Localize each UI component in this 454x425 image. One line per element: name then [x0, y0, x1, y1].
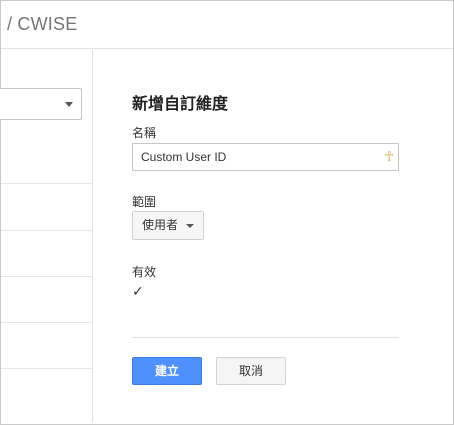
name-label: 名稱: [132, 126, 157, 140]
create-button[interactable]: 建立: [132, 357, 202, 385]
caret-down-icon: [186, 224, 194, 228]
form-title: 新增自訂維度: [132, 94, 229, 113]
cancel-button[interactable]: 取消: [216, 357, 286, 385]
breadcrumb[interactable]: / CWISE: [7, 14, 77, 35]
checkmark-icon: ✓: [132, 284, 144, 300]
list-divider: [1, 183, 93, 184]
window-frame: / CWISE 新增自訂維度 名稱 Custom User ID ☥ 範圍 使用…: [0, 0, 454, 425]
list-divider: [1, 230, 93, 231]
top-bar: / CWISE: [1, 1, 453, 49]
scope-value: 使用者: [142, 218, 179, 232]
scope-dropdown[interactable]: 使用者: [132, 211, 204, 240]
list-divider: [1, 322, 93, 323]
chevron-down-icon: [65, 102, 73, 107]
form-divider: [132, 337, 399, 338]
custom-dimension-form: 新增自訂維度 名稱 Custom User ID ☥ 範圍 使用者 有效 ✓ 建…: [94, 50, 453, 422]
list-divider: [1, 368, 93, 369]
active-checkbox[interactable]: ✓: [132, 284, 148, 300]
name-input[interactable]: Custom User ID: [132, 143, 399, 171]
active-label: 有效: [132, 265, 157, 279]
left-dropdown[interactable]: [0, 88, 82, 120]
ankh-icon[interactable]: ☥: [384, 149, 394, 165]
list-divider: [1, 276, 93, 277]
left-pane: [0, 50, 93, 422]
scope-label: 範圍: [132, 195, 157, 209]
